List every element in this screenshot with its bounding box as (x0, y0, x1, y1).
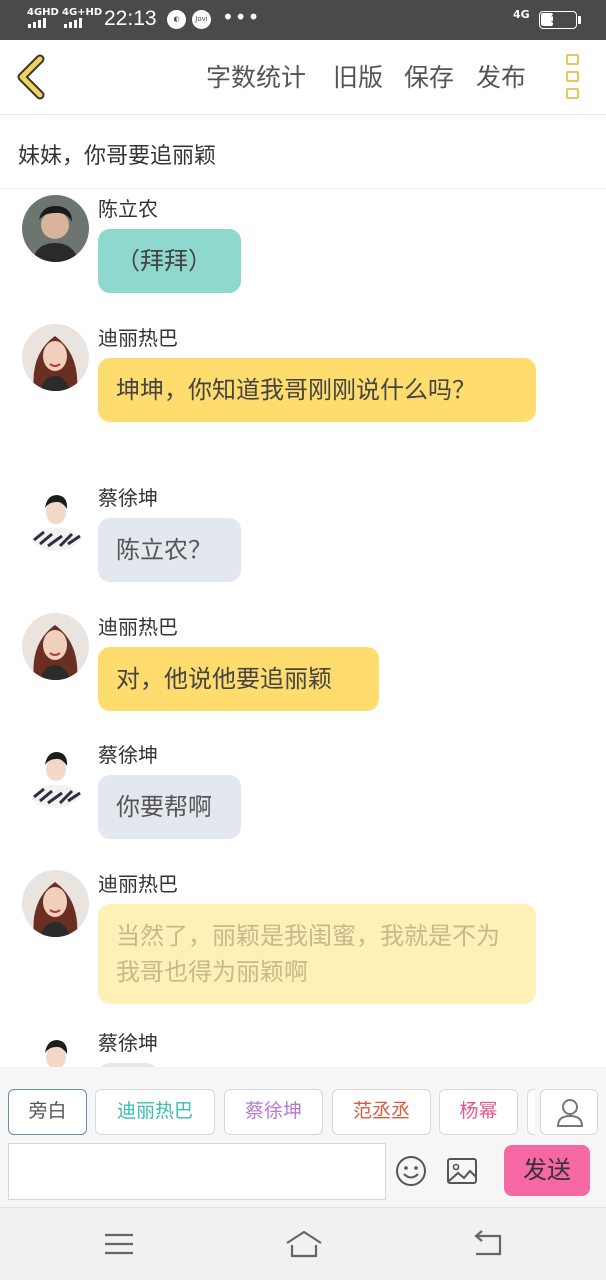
network-label-1: 4GHD (27, 7, 59, 18)
image-icon (447, 1158, 477, 1184)
character-chip-narrator[interactable]: 旁白 (8, 1089, 87, 1135)
back-arrow-icon (474, 1230, 502, 1256)
network-label-2: 4G+HD (62, 7, 103, 18)
smiley-icon (396, 1156, 426, 1186)
message-input[interactable] (8, 1143, 386, 1200)
message-bubble[interactable]: 你要帮啊 (98, 775, 241, 839)
story-title-bar[interactable]: 妹妹，你哥要追丽颖 (0, 116, 606, 189)
home-icon (286, 1230, 322, 1258)
avatar (22, 741, 89, 808)
battery-tip (578, 16, 581, 24)
save-button[interactable]: 保存 (404, 58, 454, 94)
avatar (22, 1029, 89, 1067)
clock: 22:13 (104, 7, 157, 30)
character-selector: 旁白 迪丽热巴 蔡徐坤 范丞丞 杨幂 (0, 1067, 606, 1135)
network-label-right: 4G (513, 8, 530, 21)
menu-icon (105, 1233, 133, 1255)
character-chip-partial[interactable] (527, 1089, 535, 1135)
editor-header: 字数统计 旧版 保存 发布 (0, 40, 606, 115)
sender-name: 陈立农 (98, 197, 158, 221)
publish-button[interactable]: 发布 (476, 58, 526, 94)
word-count-button[interactable]: 字数统计 (206, 58, 306, 94)
sender-name: 迪丽热巴 (98, 872, 178, 896)
sender-name: 蔡徐坤 (98, 1031, 158, 1055)
nav-back-button[interactable] (470, 1228, 506, 1260)
more-menu-button[interactable] (556, 52, 590, 102)
browser-icon: ◐ (167, 10, 186, 29)
character-chip-fanchengcheng[interactable]: 范丞丞 (332, 1089, 431, 1135)
message-bubble[interactable]: （拜拜） (98, 229, 241, 293)
avatar (22, 324, 89, 391)
back-button[interactable] (10, 52, 56, 102)
story-title: 妹妹，你哥要追丽颖 (18, 144, 217, 169)
sender-name: 迪丽热巴 (98, 326, 178, 350)
character-chip-caixukun[interactable]: 蔡徐坤 (224, 1089, 323, 1135)
status-bar: 4GHD 4G+HD 22:13 ◐ Jovi ••• 4G 35 (0, 0, 606, 40)
signal-icon (64, 18, 82, 28)
insert-image-button[interactable] (446, 1157, 478, 1185)
avatar (22, 484, 89, 551)
message-bubble[interactable]: 对，他说他要追丽颖 (98, 647, 379, 711)
old-version-button[interactable]: 旧版 (333, 58, 383, 94)
avatar (22, 613, 89, 680)
chat-area[interactable]: 陈立农 （拜拜） 迪丽热巴 坤坤，你知道我哥刚刚说什么吗？ 蔡徐坤 陈立农？ 迪… (0, 189, 606, 1067)
more-notifications-icon: ••• (222, 5, 261, 29)
message-composer: 发送 (0, 1135, 606, 1207)
message-bubble[interactable]: 当然了，丽颖是我闺蜜，我就是不为我哥也得为丽颖啊 (98, 904, 536, 1004)
emoji-button[interactable] (395, 1155, 427, 1187)
signal-icon (28, 18, 46, 28)
battery-percent: 35 (550, 12, 565, 26)
chevron-left-icon (17, 54, 45, 100)
avatar (22, 195, 89, 262)
person-icon (556, 1099, 584, 1127)
send-button[interactable]: 发送 (504, 1145, 590, 1196)
menu-button[interactable] (101, 1228, 137, 1260)
sender-name: 迪丽热巴 (98, 615, 178, 639)
message-bubble[interactable]: 陈立农？ (98, 518, 241, 582)
sender-name: 蔡徐坤 (98, 743, 158, 767)
sender-name: 蔡徐坤 (98, 486, 158, 510)
home-button[interactable] (284, 1228, 324, 1260)
character-chip-dilireba[interactable]: 迪丽热巴 (95, 1089, 215, 1135)
message-bubble[interactable]: 坤坤，你知道我哥刚刚说什么吗？ (98, 358, 536, 422)
jovi-icon: Jovi (192, 10, 211, 29)
battery-icon: 35 (539, 11, 577, 29)
avatar (22, 870, 89, 937)
manage-characters-button[interactable] (540, 1089, 598, 1135)
character-chip-yangmi[interactable]: 杨幂 (439, 1089, 518, 1135)
system-nav-bar (0, 1207, 606, 1280)
